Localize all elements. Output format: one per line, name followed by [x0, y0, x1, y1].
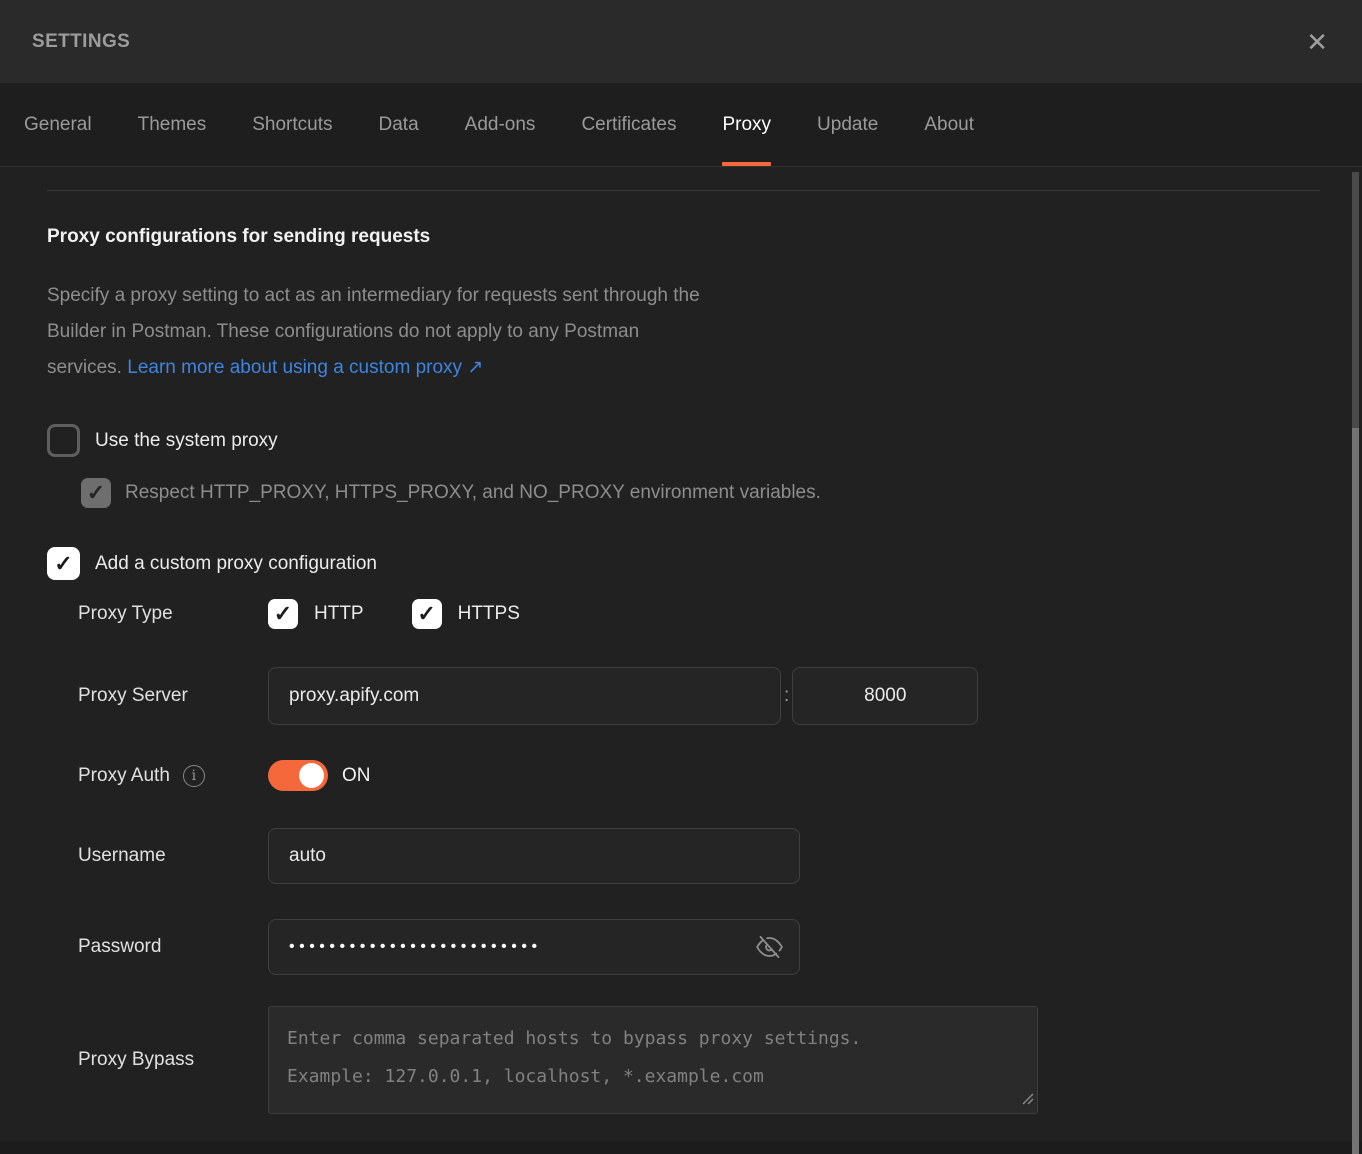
http-label: HTTP [314, 603, 364, 625]
tab-shortcuts[interactable]: Shortcuts [252, 83, 332, 166]
use-system-proxy-checkbox[interactable] [47, 424, 80, 457]
tab-bar: General Themes Shortcuts Data Add-ons Ce… [0, 83, 1362, 167]
respect-env-label: Respect HTTP_PROXY, HTTPS_PROXY, and NO_… [125, 482, 821, 504]
settings-dialog: SETTINGS ✕ General Themes Shortcuts Data… [0, 0, 1362, 1154]
respect-env-row: ✓ Respect HTTP_PROXY, HTTPS_PROXY, and N… [81, 478, 1320, 508]
masked-password: ••••••••••••••••••••••••• [289, 938, 542, 956]
tab-about[interactable]: About [924, 83, 974, 166]
description-line: services. [47, 357, 127, 378]
proxy-bypass-textarea[interactable]: Enter comma separated hosts to bypass pr… [268, 1006, 1038, 1114]
proxy-auth-row: Proxy Auth i ON [47, 760, 1320, 791]
check-icon: ✓ [54, 553, 72, 575]
username-input[interactable]: auto [268, 828, 800, 884]
proxy-auth-label: Proxy Auth i [78, 765, 268, 787]
proxy-bypass-row: Proxy Bypass Enter comma separated hosts… [47, 1006, 1320, 1114]
proxy-auth-toggle[interactable] [268, 760, 328, 791]
scrollbar-thumb[interactable] [1352, 428, 1359, 1154]
respect-env-checkbox[interactable]: ✓ [81, 478, 111, 508]
dialog-header: SETTINGS ✕ [0, 0, 1362, 83]
username-row: Username auto [47, 828, 1320, 884]
custom-proxy-row: ✓ Add a custom proxy configuration [47, 547, 1320, 580]
scrollbar-track[interactable] [1352, 172, 1359, 428]
dialog-title: SETTINGS [32, 31, 130, 53]
close-icon[interactable]: ✕ [1306, 29, 1328, 55]
proxy-server-port-input[interactable]: 8000 [792, 667, 978, 725]
username-label: Username [78, 845, 268, 867]
http-option: ✓ HTTP [268, 599, 364, 629]
resize-handle-icon[interactable] [1020, 1091, 1034, 1110]
password-input[interactable]: ••••••••••••••••••••••••• [268, 919, 800, 975]
learn-more-link[interactable]: Learn more about using a custom proxy ↗ [127, 357, 483, 378]
tab-update[interactable]: Update [817, 83, 878, 166]
proxy-settings-panel: Proxy configurations for sending request… [0, 190, 1362, 1114]
description-line: Specify a proxy setting to act as an int… [47, 285, 700, 306]
tab-general[interactable]: General [24, 83, 92, 166]
footer-strip [0, 1141, 1362, 1154]
http-checkbox[interactable]: ✓ [268, 599, 298, 629]
info-icon[interactable]: i [183, 765, 205, 787]
custom-proxy-checkbox[interactable]: ✓ [47, 547, 80, 580]
use-system-proxy-label: Use the system proxy [95, 430, 278, 452]
custom-proxy-label: Add a custom proxy configuration [95, 553, 377, 575]
proxy-type-label: Proxy Type [78, 603, 268, 625]
password-row: Password ••••••••••••••••••••••••• [47, 919, 1320, 975]
proxy-server-label: Proxy Server [78, 685, 268, 707]
section-description: Specify a proxy setting to act as an int… [47, 278, 1320, 386]
toggle-knob [299, 763, 324, 788]
check-icon: ✓ [274, 603, 292, 625]
password-label: Password [78, 936, 268, 958]
description-line: Builder in Postman. These configurations… [47, 321, 639, 342]
proxy-type-row: Proxy Type ✓ HTTP ✓ HTTPS [47, 599, 1320, 629]
proxy-server-host-input[interactable]: proxy.apify.com [268, 667, 781, 725]
section-heading: Proxy configurations for sending request… [47, 225, 1320, 248]
tab-proxy[interactable]: Proxy [722, 83, 771, 166]
proxy-server-row: Proxy Server proxy.apify.com : 8000 [47, 667, 1320, 725]
tab-themes[interactable]: Themes [138, 83, 207, 166]
check-icon: ✓ [87, 482, 105, 504]
tab-addons[interactable]: Add-ons [465, 83, 536, 166]
toggle-state-label: ON [342, 765, 371, 787]
tab-certificates[interactable]: Certificates [581, 83, 676, 166]
eye-off-icon[interactable] [756, 934, 783, 961]
use-system-proxy-row: Use the system proxy [47, 424, 1320, 457]
https-label: HTTPS [458, 603, 520, 625]
proxy-bypass-label: Proxy Bypass [78, 1049, 268, 1071]
https-checkbox[interactable]: ✓ [412, 599, 442, 629]
tab-data[interactable]: Data [379, 83, 419, 166]
proxy-bypass-placeholder: Enter comma separated hosts to bypass pr… [287, 1020, 1019, 1096]
divider [47, 190, 1320, 191]
check-icon: ✓ [417, 603, 435, 625]
host-port-separator: : [784, 685, 789, 707]
https-option: ✓ HTTPS [412, 599, 520, 629]
